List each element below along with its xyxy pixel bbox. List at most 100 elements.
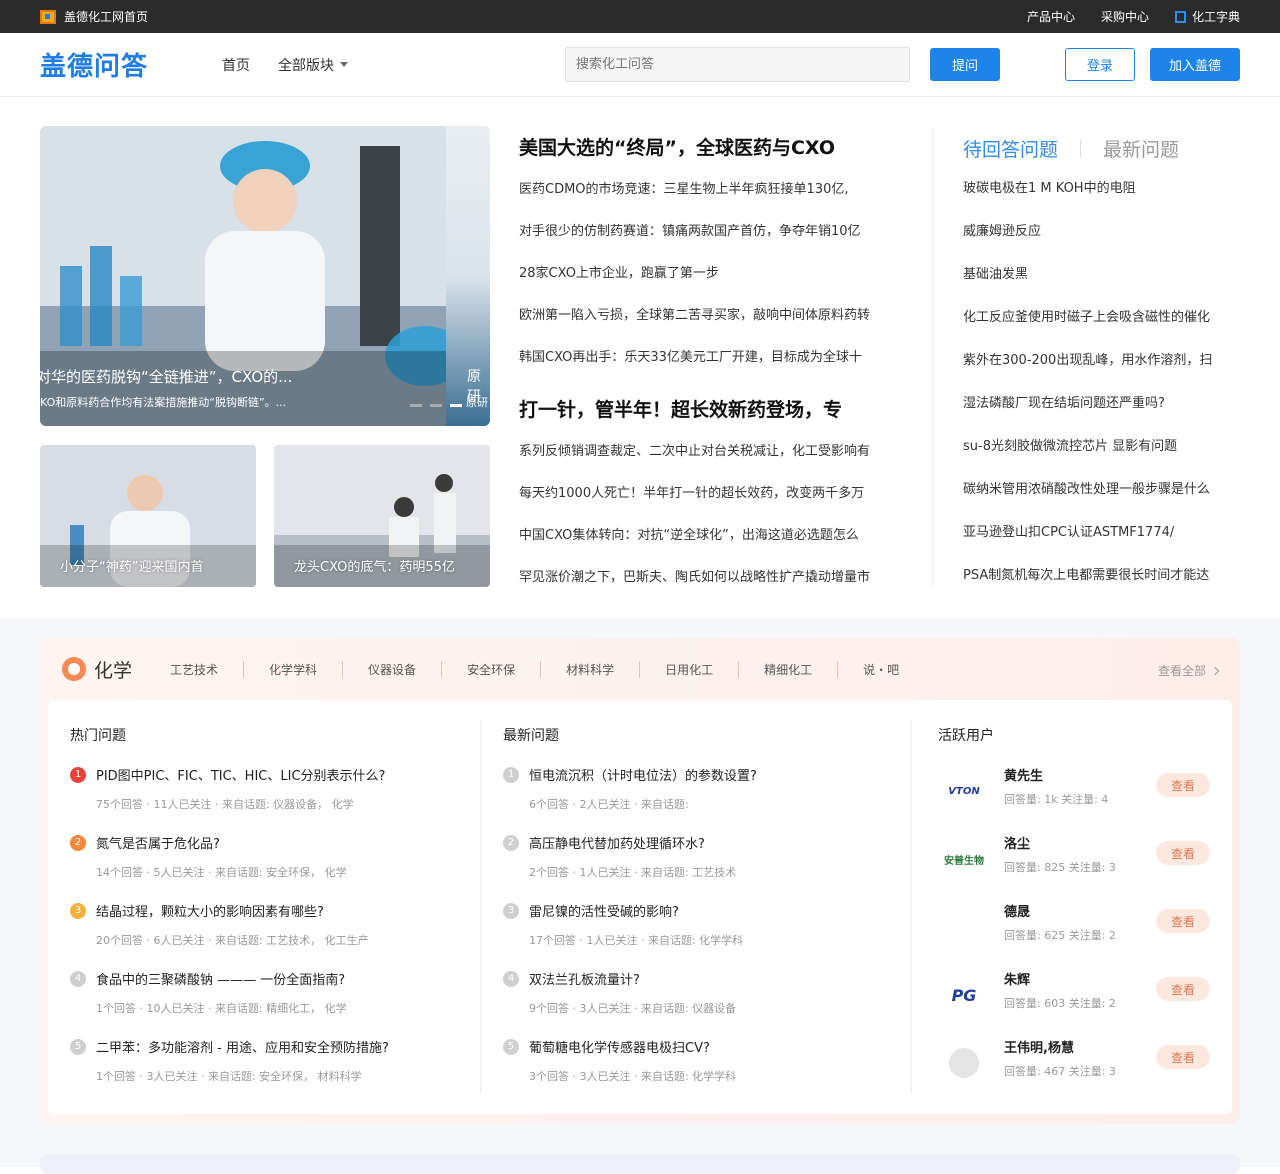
question-item[interactable]: 化工反应釜使用时磁子上会吸含磁性的催化 xyxy=(963,309,1243,352)
list-item[interactable]: 3 雷尼镍的活性受碱的影响? 17个回答 · 1人已关注 · 来自话题: 化学学科 xyxy=(503,901,913,969)
category-link[interactable]: 日用化工 xyxy=(639,660,738,678)
view-user-button[interactable]: 查看 xyxy=(1156,1045,1210,1069)
avatar[interactable] xyxy=(938,909,990,945)
user-name[interactable]: 朱辉 xyxy=(1004,969,1030,988)
question-title[interactable]: 双法兰孔板流量计? xyxy=(529,969,640,988)
news-item[interactable]: 对手很少的仿制药赛道：镇痛两款国产首仿，争夺年销10亿 xyxy=(519,223,909,265)
list-item[interactable]: 3 结晶过程，颗粒大小的影响因素有哪些? 20个回答 · 6人已关注 · 来自话题… xyxy=(70,901,480,969)
category-link[interactable]: 材料科学 xyxy=(540,660,639,678)
home-link-label[interactable]: 盖德化工网首页 xyxy=(64,8,148,25)
chem-dictionary-label[interactable]: 化工字典 xyxy=(1192,8,1240,25)
question-title[interactable]: 恒电流沉积（计时电位法）的参数设置? xyxy=(529,765,757,784)
list-item[interactable]: 2 氮气是否属于危化品? 14个回答 · 5人已关注 · 来自话题: 安全环保， … xyxy=(70,833,480,901)
view-all-link[interactable]: 查看全部 xyxy=(1158,662,1220,679)
avatar[interactable]: PG xyxy=(938,977,990,1013)
list-item[interactable]: 4 双法兰孔板流量计? 9个回答 · 3人已关注 · 来自话题: 仪器设备 xyxy=(503,969,913,1037)
avatar[interactable]: 安普生物 xyxy=(938,841,990,877)
nav-all-boards-label[interactable]: 全部版块 xyxy=(278,55,334,75)
nav-home[interactable]: 首页 xyxy=(222,55,250,75)
thumb-caption-2[interactable]: 龙头CXO的底气：药明55亿 xyxy=(294,556,455,575)
question-item[interactable]: 玻碳电极在1 M KOH中的电阻 xyxy=(963,180,1243,223)
user-name[interactable]: 王伟明,杨慧 xyxy=(1004,1037,1074,1056)
question-title[interactable]: 氮气是否属于危化品? xyxy=(96,833,220,852)
site-logo[interactable]: 盖德问答 xyxy=(40,46,222,83)
list-item[interactable]: 1 PID图中PIC、FIC、TIC、HIC、LIC分别表示什么? 75个回答 ·… xyxy=(70,765,480,833)
news-item[interactable]: 中国CXO集体转向：对抗“逆全球化”，出海这道必选题怎么 xyxy=(519,527,909,569)
purchase-center-link[interactable]: 采购中心 xyxy=(1101,8,1149,25)
news-item[interactable]: 韩国CXO再出手：乐天33亿美元工厂开建，目标成为全球十 xyxy=(519,349,909,391)
news-item[interactable]: 系列反倾销调查裁定、二次中止对台关税减让，化工受影响有 xyxy=(519,443,909,485)
category-link[interactable]: 安全环保 xyxy=(441,660,540,678)
divider xyxy=(932,127,933,587)
category-link[interactable]: 化学学科 xyxy=(243,660,342,678)
question-title[interactable]: 食品中的三聚磷酸钠 ——— 一份全面指南? xyxy=(96,969,345,988)
ask-button[interactable]: 提问 xyxy=(930,48,1000,81)
question-item[interactable]: 湿法磷酸厂现在结垢问题还严重吗? xyxy=(963,395,1243,438)
carousel-dot-active[interactable] xyxy=(450,404,462,407)
question-item[interactable]: 威廉姆逊反应 xyxy=(963,223,1243,266)
avatar[interactable]: VTON xyxy=(938,773,990,809)
question-item[interactable]: PSA制氮机每次上电都需要很长时间才能达 xyxy=(963,567,1243,610)
category-link[interactable]: 说・吧 xyxy=(837,660,924,678)
login-button[interactable]: 登录 xyxy=(1065,48,1135,81)
nav-all-boards[interactable]: 全部版块 xyxy=(278,55,348,75)
view-user-button[interactable]: 查看 xyxy=(1156,773,1210,797)
list-item[interactable]: 2 高压静电代替加药处理循环水? 2个回答 · 1人已关注 · 来自话题: 工艺技… xyxy=(503,833,913,901)
news-item[interactable]: 28家CXO上市企业，跑赢了第一步 xyxy=(519,265,909,307)
section-title[interactable]: 化学 xyxy=(94,656,132,683)
avatar[interactable] xyxy=(938,1045,990,1081)
question-title[interactable]: 葡萄糖电化学传感器电极扫CV? xyxy=(529,1037,710,1056)
view-user-button[interactable]: 查看 xyxy=(1156,909,1210,933)
category-link[interactable]: 工艺技术 xyxy=(170,661,243,678)
banner-caption[interactable]: 对华的医药脱钩“全链推进”，CXO的... xyxy=(40,366,292,387)
dictionary-icon xyxy=(1174,10,1186,23)
carousel-dot[interactable] xyxy=(430,404,442,407)
news-headline-1[interactable]: 美国大选的“终局”，全球医药与CXO xyxy=(519,133,909,160)
question-item[interactable]: 紫外在300-200出现乱峰，用水作溶剂，扫 xyxy=(963,352,1243,395)
chevron-right-icon xyxy=(1210,666,1220,675)
carousel-dot[interactable] xyxy=(410,404,422,407)
question-item[interactable]: 亚马逊登山扣CPC认证ASTMF1774/ xyxy=(963,524,1243,567)
main-banner[interactable]: 对华的医药脱钩“全链推进”，CXO的... KO和原料药合作均有法案措施推动“脱… xyxy=(40,126,490,426)
user-stats: 回答量: 1k 关注量: 4 xyxy=(1004,793,1109,806)
news-headline-2[interactable]: 打一针，管半年！超长效新药登场，专 xyxy=(519,395,909,422)
question-meta: 20个回答 · 6人已关注 · 来自话题: 工艺技术， 化工生产 xyxy=(96,934,369,947)
question-item[interactable]: 碳纳米管用浓硝酸改性处理一般步骤是什么 xyxy=(963,481,1243,524)
question-title[interactable]: PID图中PIC、FIC、TIC、HIC、LIC分别表示什么? xyxy=(96,765,385,784)
category-link[interactable]: 精细化工 xyxy=(738,660,837,678)
news-item[interactable]: 欧洲第一陷入亏损，全球第二苦寻买家，敲响中间体原料药转 xyxy=(519,307,909,349)
list-item[interactable]: 5 葡萄糖电化学传感器电极扫CV? 3个回答 · 3人已关注 · 来自话题: 化学… xyxy=(503,1037,913,1105)
question-title[interactable]: 雷尼镍的活性受碱的影响? xyxy=(529,901,679,920)
thumb-caption-1[interactable]: 小分子“神药”迎来国内首 xyxy=(60,556,203,575)
hot-questions-title: 热门问题 xyxy=(70,728,126,744)
site-home-link[interactable]: 盖德化工网首页 xyxy=(40,8,148,25)
chemistry-section: 化学 工艺技术 化学学科 仪器设备 安全环保 材料科学 日用化工 精细化工 说・… xyxy=(0,618,1280,1174)
list-item[interactable]: 1 恒电流沉积（计时电位法）的参数设置? 6个回答 · 2人已关注 · 来自话题: xyxy=(503,765,913,833)
user-name[interactable]: 德晟 xyxy=(1004,901,1030,920)
carousel-dots xyxy=(410,404,462,407)
view-user-button[interactable]: 查看 xyxy=(1156,841,1210,865)
tab-unanswered[interactable]: 待回答问题 xyxy=(963,135,1058,162)
news-item[interactable]: 医药CDMO的市场竞速：三星生物上半年疯狂接单130亿, xyxy=(519,181,909,223)
news-item[interactable]: 每天约1000人死亡！半年打一针的超长效药，改变两千多万 xyxy=(519,485,909,527)
thumb-card-1[interactable]: 小分子“神药”迎来国内首 xyxy=(40,445,256,587)
user-name[interactable]: 黄先生 xyxy=(1004,765,1043,784)
news-item[interactable]: 罕见涨价潮之下，巴斯夫、陶氏如何以战略性扩产撬动增量市 xyxy=(519,569,909,611)
join-button[interactable]: 加入盖德 xyxy=(1150,48,1240,81)
question-item[interactable]: su-8光刻胶做微流控芯片 显影有问题 xyxy=(963,438,1243,481)
view-user-button[interactable]: 查看 xyxy=(1156,977,1210,1001)
list-item[interactable]: 4 食品中的三聚磷酸钠 ——— 一份全面指南? 1个回答 · 10人已关注 · 来… xyxy=(70,969,480,1037)
question-title[interactable]: 结晶过程，颗粒大小的影响因素有哪些? xyxy=(96,901,324,920)
product-center-link[interactable]: 产品中心 xyxy=(1027,8,1075,25)
category-link[interactable]: 仪器设备 xyxy=(342,660,441,678)
chem-dictionary-link[interactable]: 化工字典 xyxy=(1174,8,1240,25)
thumb-card-2[interactable]: 龙头CXO的底气：药明55亿 xyxy=(274,445,490,587)
user-name[interactable]: 洛尘 xyxy=(1004,833,1030,852)
search-input[interactable] xyxy=(565,47,910,82)
question-title[interactable]: 二甲苯：多功能溶剂 - 用途、应用和安全预防措施? xyxy=(96,1037,389,1056)
list-item[interactable]: 5 二甲苯：多功能溶剂 - 用途、应用和安全预防措施? 1个回答 · 3人已关注 … xyxy=(70,1037,480,1105)
question-title[interactable]: 高压静电代替加药处理循环水? xyxy=(529,833,705,852)
view-all-label[interactable]: 查看全部 xyxy=(1158,662,1206,679)
tab-latest[interactable]: 最新问题 xyxy=(1103,135,1179,162)
question-item[interactable]: 基础油发黑 xyxy=(963,266,1243,309)
